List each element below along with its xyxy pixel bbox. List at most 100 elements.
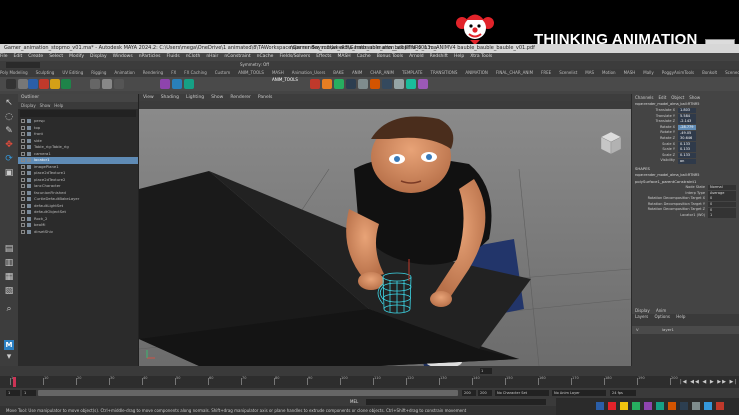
shelf-tool-icon[interactable] [184, 79, 194, 89]
shelf-tab[interactable]: Scenelist [559, 70, 577, 75]
viewport-menu-view[interactable]: View [143, 95, 154, 100]
shelf-tab[interactable]: Scenecrew [725, 70, 739, 75]
tab-anim[interactable]: Anim [656, 308, 666, 313]
menu-ncloth[interactable]: nCloth [186, 54, 201, 59]
shelf-tab[interactable]: UV Editing [62, 70, 83, 75]
channel-attr-value[interactable]: 0.133 [678, 141, 696, 147]
shelf-tool-icon[interactable] [406, 79, 416, 89]
shelf-tool-icon[interactable] [322, 79, 332, 89]
shelf-tab[interactable]: CHAR_ANIM [370, 70, 394, 75]
range-start-field[interactable]: 1 [6, 390, 20, 396]
shelf-tool-icon[interactable] [18, 79, 28, 89]
shelf-tool-icon[interactable] [394, 79, 404, 89]
menu-bonus-tools[interactable]: Bonus Tools [377, 54, 403, 59]
input-attr-value[interactable]: Normal [708, 185, 736, 191]
menu-fields-solvers[interactable]: Fields/Solvers [279, 54, 310, 59]
menu-modify[interactable]: Modify [69, 54, 84, 59]
shelf-tab[interactable]: TEMPLATE [402, 70, 423, 75]
menu-effects[interactable]: Effects [316, 54, 331, 59]
playhead[interactable] [13, 377, 16, 387]
input-attr-value[interactable]: 0 [708, 202, 736, 208]
shelf-tab[interactable]: MAS [585, 70, 594, 75]
outliner-item[interactable]: dirsetShiv [18, 229, 138, 236]
channel-attr-value[interactable]: 0.133 [678, 153, 696, 159]
shelf-tab[interactable]: MASH [624, 70, 636, 75]
expand-toggle-icon[interactable] [21, 138, 25, 143]
shelf-tab[interactable]: FINAL_CHAR_ANIM [496, 70, 533, 75]
channel-attr-value[interactable]: 5.584 [678, 113, 696, 119]
channel-attr-value[interactable]: -49.05 [678, 130, 696, 136]
shelf-tool-icon[interactable] [370, 79, 380, 89]
expand-toggle-icon[interactable] [21, 151, 25, 156]
outliner-menu-display[interactable]: Display [21, 103, 36, 108]
layer-menu-help[interactable]: Help [676, 314, 685, 319]
menu-help[interactable]: Help [454, 54, 464, 59]
expand-toggle-icon[interactable] [21, 223, 25, 227]
viewport-menu-renderer[interactable]: Renderer [230, 95, 251, 100]
shape-node-name[interactable]: rope:render_model_alma_ball:RTNR5 [632, 172, 739, 179]
shelf-tool-icon[interactable] [418, 79, 428, 89]
menu-fluids[interactable]: Fluids [167, 54, 180, 59]
channel-tab-object[interactable]: Object [671, 95, 684, 100]
channel-attr-value[interactable]: -28.779 [678, 125, 696, 131]
shelf-tab[interactable]: Bonkolt [702, 70, 717, 75]
shelf-tab[interactable]: FX [171, 70, 176, 75]
expand-toggle-icon[interactable] [21, 210, 25, 214]
expand-toggle-icon[interactable] [21, 203, 25, 208]
layer-visibility-toggle[interactable]: V [636, 326, 639, 334]
menu-edit[interactable]: Edit [14, 54, 23, 59]
viewport-menu-lighting[interactable]: Lighting [186, 95, 204, 100]
shelf-tool-icon[interactable] [61, 79, 71, 89]
expand-toggle-icon[interactable] [21, 229, 25, 234]
expand-toggle-icon[interactable] [21, 171, 25, 175]
channel-tab-edit[interactable]: Edit [659, 95, 667, 100]
tab-display[interactable]: Display [635, 308, 650, 313]
input-attr-value[interactable]: 0 [708, 207, 736, 213]
shelf-tool-icon[interactable] [28, 79, 38, 89]
input-attr-row[interactable]: Locator1 (W0) 1 [632, 213, 739, 219]
expand-toggle-icon[interactable] [21, 197, 25, 201]
search-icon[interactable]: ⌕ [4, 304, 14, 314]
viewport-menu-shading[interactable]: Shading [161, 95, 179, 100]
shelf-tool-icon[interactable] [346, 79, 356, 89]
menu-redshift[interactable]: Redshift [430, 54, 448, 59]
shelf-tool-icon[interactable] [172, 79, 182, 89]
menu-arnold[interactable]: Arnold [409, 54, 424, 59]
scale-tool-icon[interactable]: ▣ [4, 168, 14, 178]
input-attr-value[interactable]: 1 [708, 213, 736, 219]
shelf-tab[interactable]: Rendering [143, 70, 163, 75]
anim-start-field[interactable]: 1 [22, 390, 36, 396]
select-tool-icon[interactable]: ↖ [4, 98, 14, 108]
menu-xtra-tools[interactable]: Xtra Tools [470, 54, 492, 59]
expand-toggle-icon[interactable] [21, 190, 25, 195]
anim-end-field[interactable]: 200 [478, 390, 492, 396]
menu-create[interactable]: Create [28, 54, 43, 59]
shelf-tool-icon[interactable] [358, 79, 368, 89]
shelf-tab[interactable]: Animation [114, 70, 134, 75]
character-set-dropdown[interactable]: No Character Set [495, 390, 549, 396]
shelf-tab[interactable]: Rigging [91, 70, 106, 75]
channel-attr-value[interactable]: -2.143 [678, 119, 696, 125]
browser-tab[interactable]: rope render_model_alma_hatbauble_ann_bal… [290, 44, 535, 53]
input-attr-value[interactable]: 0 [708, 196, 736, 202]
current-frame-field[interactable]: 1 [480, 368, 492, 374]
shelf-tool-icon[interactable] [50, 79, 60, 89]
expand-toggle-icon[interactable] [21, 164, 25, 169]
channel-attr-value[interactable]: 1.803 [678, 108, 696, 114]
shelf-tab[interactable]: Motion [602, 70, 616, 75]
shelf-tool-icon[interactable] [90, 79, 100, 89]
viewport-menu-panels[interactable]: Panels [258, 95, 272, 100]
playback-controls[interactable]: |◀ ◀◀ ◀ ▶ ▶▶ ▶| [680, 378, 736, 386]
shelf-tab[interactable]: TRANSITIONS [431, 70, 458, 75]
mel-label[interactable]: MEL [350, 398, 358, 406]
menu-nparticles[interactable]: nParticles [139, 54, 161, 59]
maya-m-icon[interactable]: M [4, 340, 14, 350]
channel-tab-show[interactable]: Show [689, 95, 700, 100]
expand-toggle-icon[interactable] [21, 145, 25, 149]
shelf-tool-icon[interactable] [6, 79, 16, 89]
shelf-tab[interactable]: FREE [541, 70, 551, 75]
settings-icon[interactable]: ▾ [4, 352, 14, 362]
menu-ncache[interactable]: nCache [257, 54, 274, 59]
command-input[interactable] [366, 399, 546, 405]
channel-attr-value[interactable]: on [678, 158, 696, 164]
